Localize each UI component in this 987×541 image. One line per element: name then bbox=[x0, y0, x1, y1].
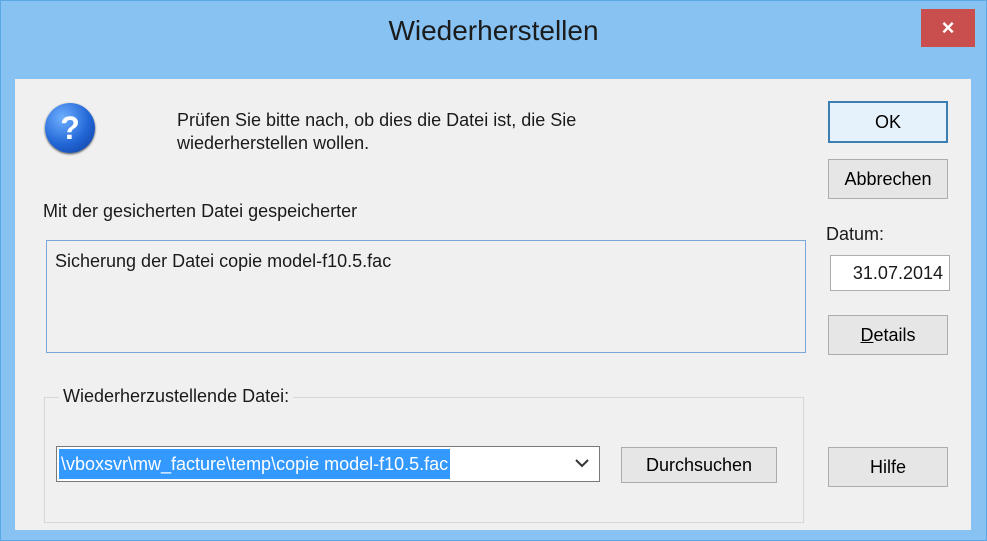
close-icon: × bbox=[941, 15, 955, 40]
saved-info-text: Sicherung der Datei copie model-f10.5.fa… bbox=[55, 251, 392, 271]
restore-dialog-window: Wiederherstellen × ? Prüfen Sie bitte na… bbox=[0, 0, 987, 541]
cancel-button[interactable]: Abbrechen bbox=[828, 159, 948, 199]
ok-button-label: OK bbox=[874, 112, 901, 132]
date-label: Datum: bbox=[826, 224, 885, 244]
chevron-down-icon[interactable] bbox=[571, 451, 593, 477]
details-button[interactable]: Details bbox=[828, 315, 948, 355]
browse-button[interactable]: Durchsuchen bbox=[621, 447, 777, 483]
question-icon: ? bbox=[45, 103, 95, 153]
ok-button[interactable]: OK bbox=[828, 101, 948, 143]
restore-file-path: \vboxsvr\mw_facture\temp\copie model-f10… bbox=[59, 449, 451, 479]
confirmation-message: Prüfen Sie bitte nach, ob dies die Datei… bbox=[177, 109, 697, 155]
title-bar[interactable]: Wiederherstellen × bbox=[1, 1, 986, 79]
window-title: Wiederherstellen bbox=[388, 15, 599, 46]
close-button[interactable]: × bbox=[921, 9, 975, 47]
dialog-client-area: ? Prüfen Sie bitte nach, ob dies die Dat… bbox=[15, 79, 971, 530]
date-value: 31.07.2014 bbox=[830, 255, 950, 291]
cancel-button-label: Abbrechen bbox=[844, 169, 932, 189]
restore-file-label: Wiederherzustellende Datei: bbox=[59, 386, 294, 407]
message-line-2: wiederherstellen wollen. bbox=[177, 133, 370, 153]
browse-button-label: Durchsuchen bbox=[645, 455, 753, 475]
saved-info-box: Sicherung der Datei copie model-f10.5.fa… bbox=[46, 240, 806, 353]
help-button-label: Hilfe bbox=[869, 457, 906, 477]
details-button-label: Details bbox=[860, 325, 916, 345]
help-button[interactable]: Hilfe bbox=[828, 447, 948, 487]
restore-file-combobox[interactable]: \vboxsvr\mw_facture\temp\copie model-f10… bbox=[56, 446, 600, 482]
saved-with-label: Mit der gesicherten Datei gespeicherter bbox=[43, 201, 358, 221]
message-line-1: Prüfen Sie bitte nach, ob dies die Datei… bbox=[177, 110, 577, 130]
